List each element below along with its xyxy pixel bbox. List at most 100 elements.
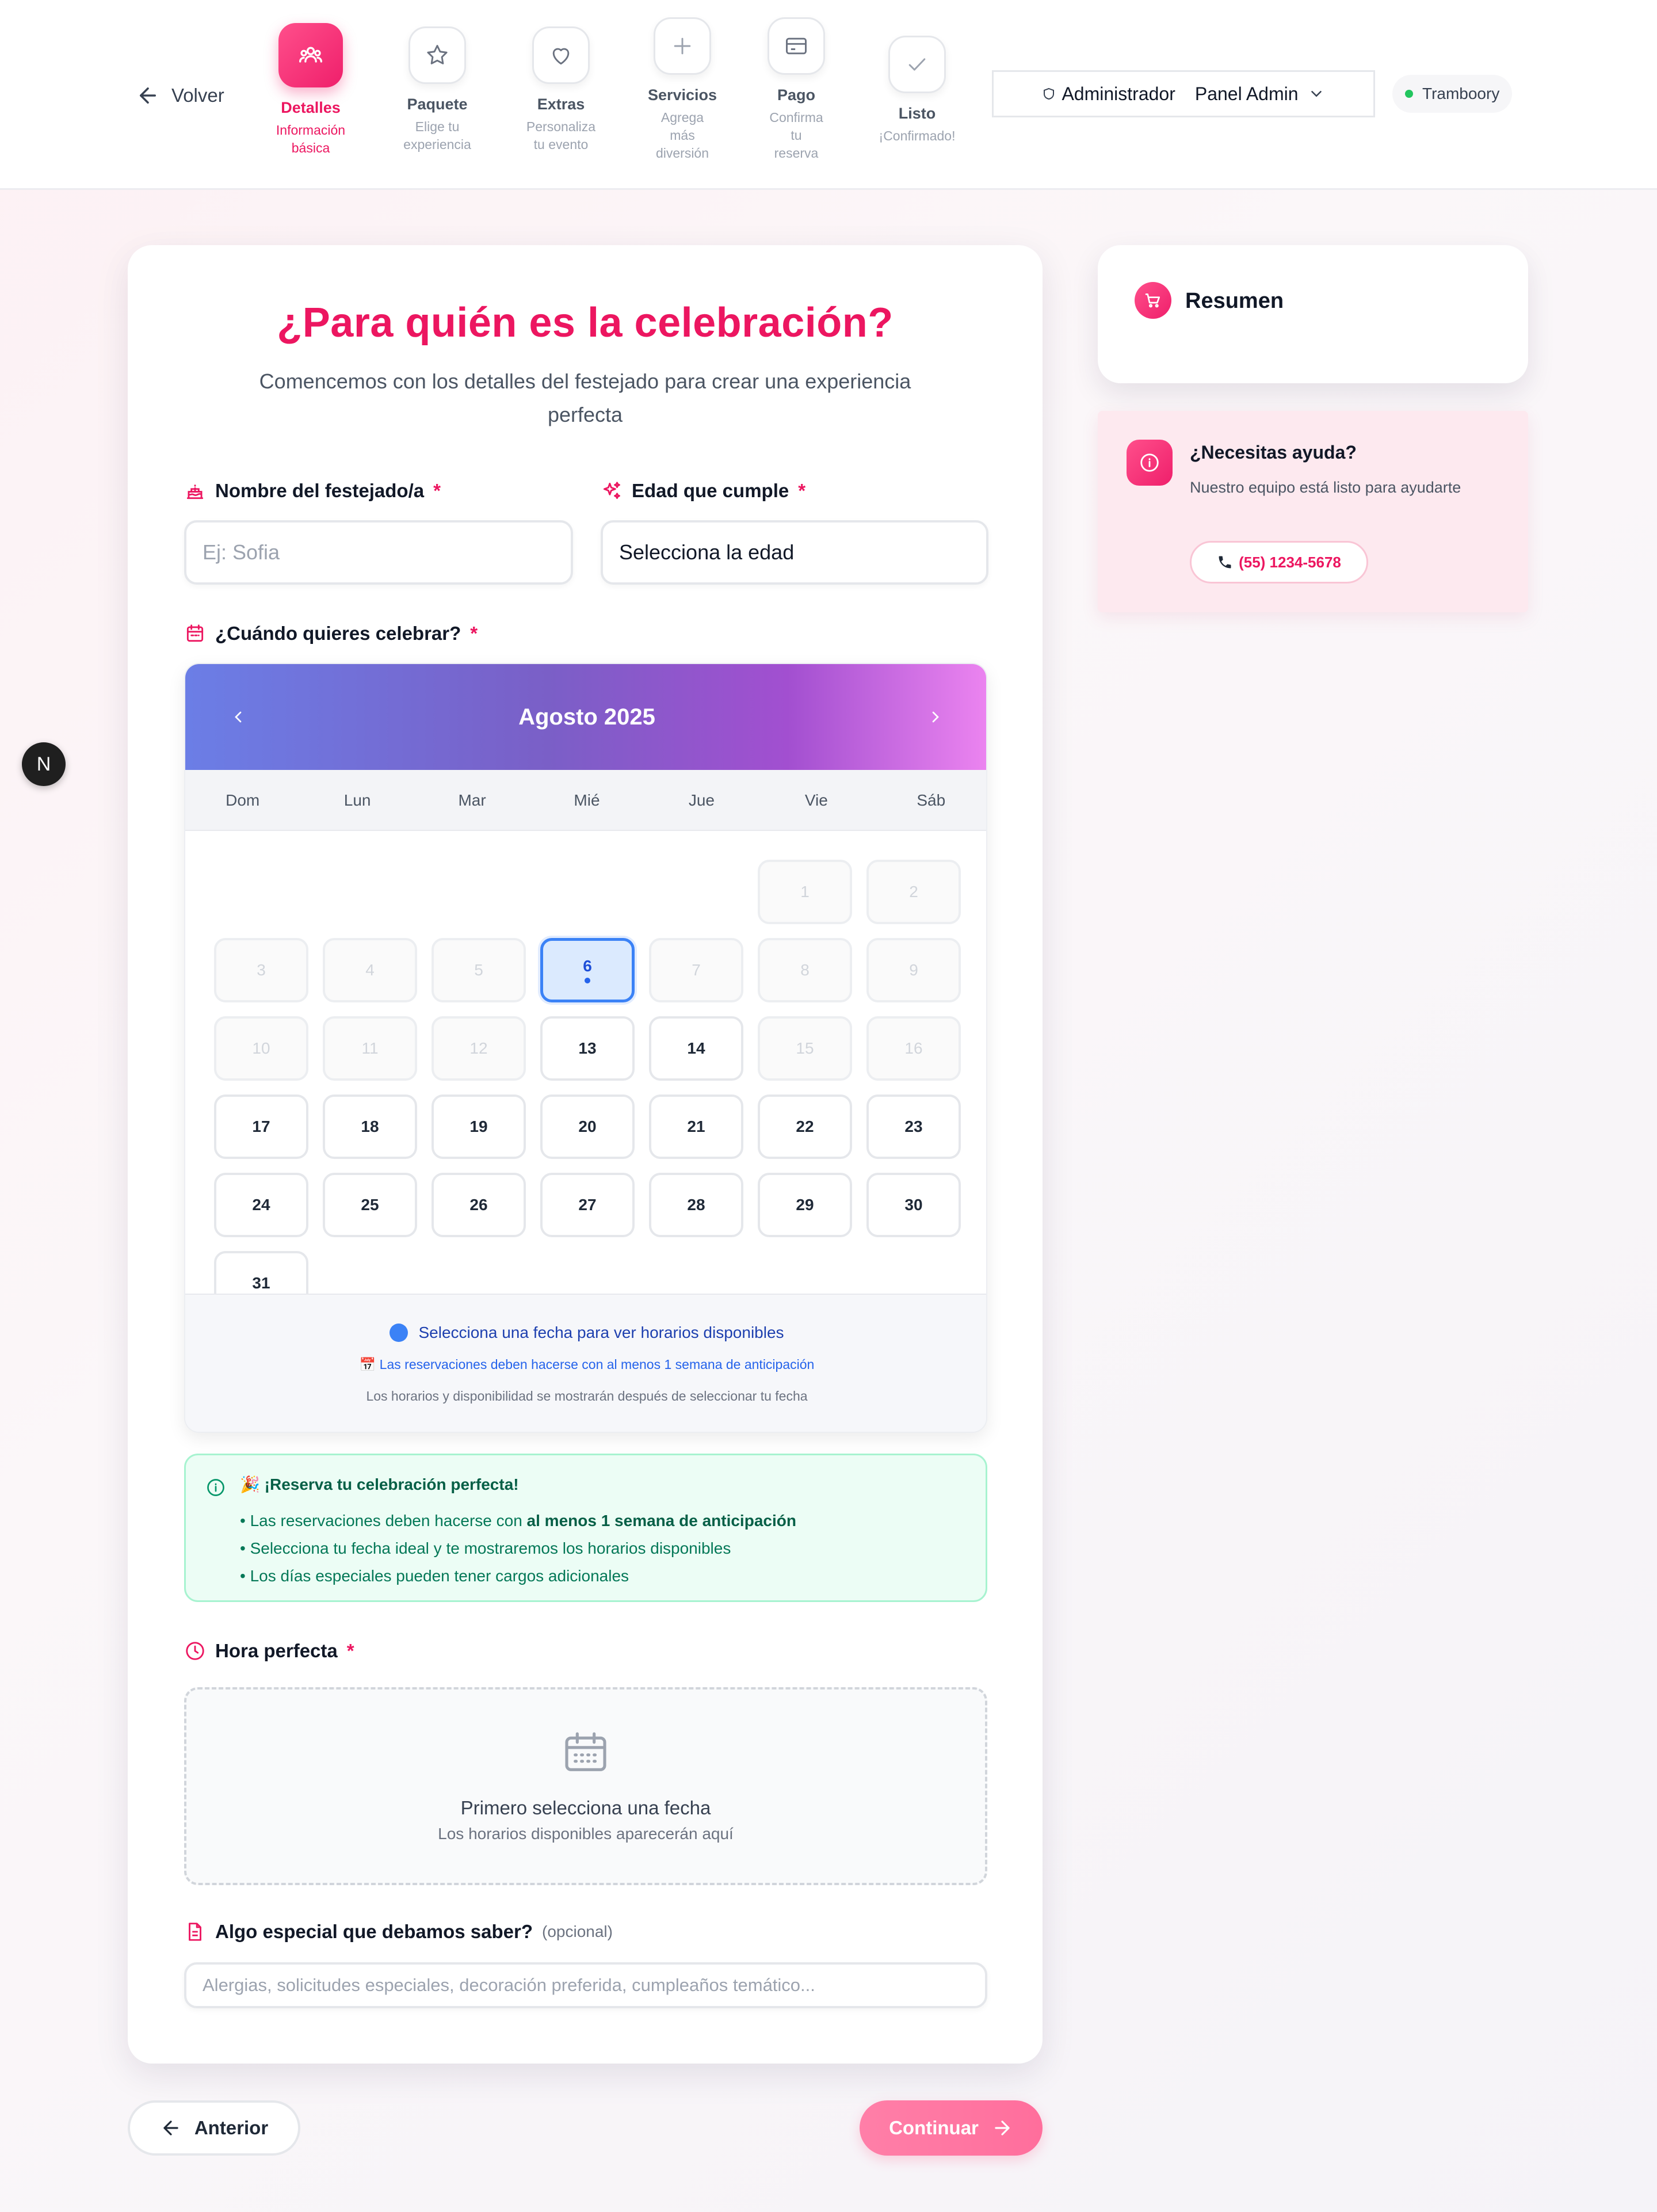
calendar-day[interactable]: 27	[540, 1173, 635, 1237]
calendar-day[interactable]: 18	[323, 1094, 417, 1159]
calendar-day-number: 2	[909, 883, 918, 901]
dev-tools-badge[interactable]: N	[22, 742, 66, 786]
brand-name: Tramboory	[1422, 85, 1500, 102]
required-mark: *	[346, 1640, 354, 1661]
calendar-day[interactable]: 30	[866, 1173, 961, 1237]
time-label-text: Hora perfecta	[215, 1640, 338, 1661]
notes-input[interactable]: Alergias, solicitudes especiales, decora…	[184, 1962, 987, 2008]
page-subtitle: Comencemos con los detalles del festejad…	[214, 365, 956, 432]
phone-button[interactable]: (55) 1234-5678	[1190, 541, 1368, 583]
step-title: Extras	[537, 96, 585, 113]
calendar-hint-text: Selecciona una fecha para ver horarios d…	[418, 1324, 784, 1341]
info-dot-icon	[390, 1324, 408, 1342]
calendar-day[interactable]: 13	[540, 1016, 635, 1081]
prev-month-button[interactable]	[221, 700, 255, 734]
calendar-day-number: 24	[252, 1196, 270, 1214]
step-pago[interactable]: Pago Confirma tu reserva	[750, 17, 842, 162]
sparkles-icon	[603, 482, 620, 499]
step-subtitle-line: reserva	[774, 146, 819, 161]
calendar-weekdays: Dom Lun Mar Mié Jue Vie Sáb	[185, 770, 986, 831]
booking-info-box: 🎉 ¡Reserva tu celebración perfecta! • La…	[184, 1454, 987, 1602]
admin-dropdown[interactable]: Administrador Panel Admin	[992, 70, 1375, 117]
info-icon	[207, 1479, 224, 1496]
check-icon	[888, 36, 946, 93]
notes-label: Algo especial que debamos saber? (opcion…	[184, 1921, 613, 1943]
back-label: Volver	[171, 85, 224, 106]
weekday-label: Vie	[804, 791, 828, 809]
name-input[interactable]: Ej: Sofia	[184, 520, 573, 585]
calendar-day-number: 14	[687, 1039, 705, 1057]
calendar-day-number: 13	[578, 1039, 597, 1057]
info-item-text: • Las reservaciones deben hacerse con	[240, 1512, 527, 1530]
previous-button[interactable]: Anterior	[128, 2100, 300, 2156]
calendar-icon	[186, 624, 204, 642]
step-subtitle: Elige tu experiencia	[391, 118, 483, 154]
step-detalles[interactable]: Detalles Información básica	[265, 23, 357, 157]
calendar-day-number: 7	[692, 961, 701, 979]
step-paquete[interactable]: Paquete Elige tu experiencia	[391, 26, 483, 154]
age-select-value: Selecciona la edad	[619, 540, 795, 564]
selected-indicator-dot	[585, 978, 590, 983]
shield-icon	[1044, 87, 1055, 100]
users-icon	[278, 23, 343, 87]
clock-icon	[186, 1642, 204, 1660]
calendar-day[interactable]: 25	[323, 1173, 417, 1237]
calendar-day-number: 4	[365, 961, 375, 979]
next-month-button[interactable]	[918, 700, 953, 734]
continue-button[interactable]: Continuar	[860, 2100, 1043, 2156]
help-text: Nuestro equipo está listo para ayudarte	[1190, 479, 1461, 496]
age-select[interactable]: Selecciona la edad	[601, 520, 988, 585]
weekday-label: Jue	[688, 791, 715, 809]
calendar-day[interactable]: 19	[432, 1094, 526, 1159]
calendar-day-number: 28	[687, 1196, 705, 1214]
calendar-day[interactable]: 26	[432, 1173, 526, 1237]
calendar-day[interactable]: 22	[758, 1094, 852, 1159]
calendar-day: 9	[866, 938, 961, 1002]
step-subtitle-line: Confirma	[769, 110, 823, 125]
subtitle-line: perfecta	[547, 403, 623, 426]
calendar-day[interactable]: 21	[649, 1094, 743, 1159]
step-subtitle: ¡Confirmado!	[871, 127, 963, 145]
step-listo[interactable]: Listo ¡Confirmado!	[871, 36, 963, 145]
step-subtitle-line: Elige tu	[415, 119, 460, 134]
calendar-day: 8	[758, 938, 852, 1002]
age-label-text: Edad que cumple	[632, 480, 789, 501]
step-title: Servicios	[647, 86, 717, 104]
summary-title: Resumen	[1185, 289, 1284, 313]
weekday-label: Lun	[343, 791, 371, 809]
credit-card-icon	[768, 17, 825, 75]
calendar-hint: Selecciona una fecha para ver horarios d…	[185, 1324, 986, 1342]
back-button[interactable]: Volver	[136, 81, 224, 110]
arrow-right-icon	[995, 2121, 1010, 2135]
calendar-day-number: 25	[361, 1196, 379, 1214]
step-title: Listo	[898, 105, 936, 122]
required-mark: *	[798, 480, 806, 501]
calendar-day-number: 30	[904, 1196, 923, 1214]
chevron-left-icon	[235, 711, 242, 723]
calendar-day-number: 27	[578, 1196, 597, 1214]
weekday-label: Sáb	[917, 791, 946, 809]
required-mark: *	[433, 480, 441, 501]
calendar-day-number: 11	[361, 1039, 379, 1057]
step-title: Detalles	[281, 99, 341, 116]
calendar-day: 10	[214, 1016, 308, 1081]
weekday-label: Mié	[574, 791, 600, 809]
step-servicios[interactable]: Servicios Agrega más diversión	[636, 17, 728, 162]
calendar-day-number: 29	[796, 1196, 814, 1214]
calendar-day-selected[interactable]: 6	[540, 938, 635, 1002]
calendar-day[interactable]: 29	[758, 1173, 852, 1237]
calendar-day[interactable]: 31	[214, 1251, 308, 1294]
calendar-day[interactable]: 17	[214, 1094, 308, 1159]
top-navigation-bar: Volver Detalles Información básica Paque…	[0, 0, 1657, 190]
calendar-day[interactable]: 14	[649, 1016, 743, 1081]
calendar-day[interactable]: 20	[540, 1094, 635, 1159]
calendar-day[interactable]: 24	[214, 1173, 308, 1237]
calendar-day[interactable]: 28	[649, 1173, 743, 1237]
weekday-label: Dom	[226, 791, 260, 809]
step-subtitle-line: básica	[291, 140, 330, 155]
date-label: ¿Cuándo quieres celebrar? *	[184, 623, 478, 644]
arrow-left-icon	[163, 2121, 178, 2135]
step-extras[interactable]: Extras Personaliza tu evento	[515, 26, 607, 154]
calendar-day-grid: 1 2 3 4 5 6 7 8 9 10 11 12 13 14 15 16 17 18 19 20 21 22 23 24 2…	[185, 831, 986, 1294]
calendar-day[interactable]: 23	[866, 1094, 961, 1159]
